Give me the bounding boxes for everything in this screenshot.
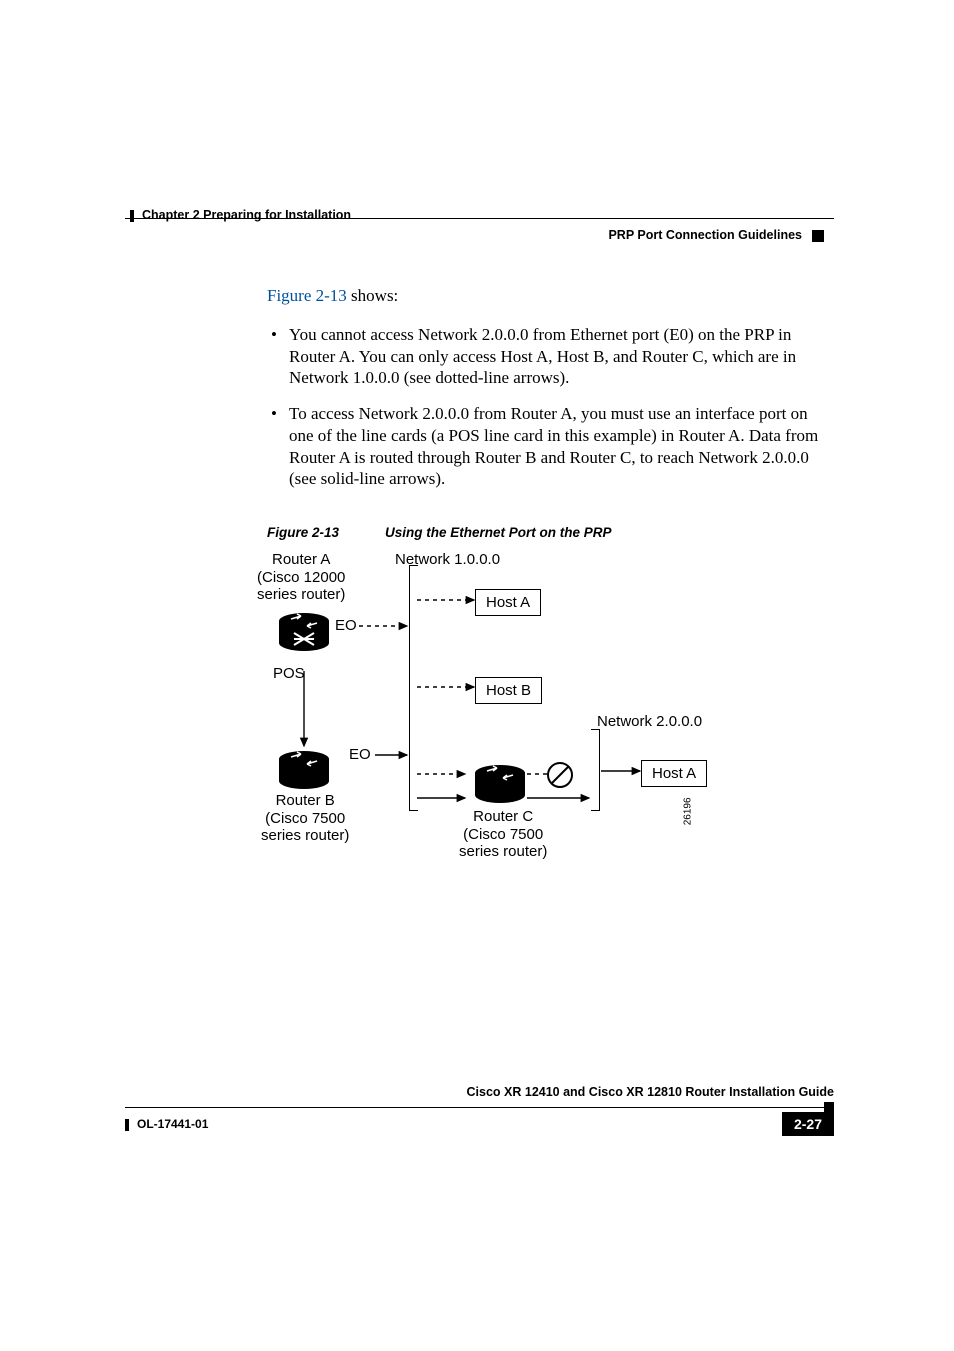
running-header-right: PRP Port Connection Guidelines — [608, 228, 824, 242]
eo-label-2: EO — [349, 746, 371, 763]
figure-caption: Figure 2-13 Using the Ethernet Port on th… — [267, 524, 834, 541]
bullet-list: You cannot access Network 2.0.0.0 from E… — [267, 324, 834, 490]
host-a2-box: Host A — [641, 760, 707, 787]
network1-bracket — [409, 565, 418, 811]
page-number: 2-27 — [782, 1112, 834, 1136]
host-b-box: Host B — [475, 677, 542, 704]
page-footer: Cisco XR 12410 and Cisco XR 12810 Router… — [125, 1107, 834, 1136]
bullet-text: You cannot access Network 2.0.0.0 from E… — [289, 325, 796, 388]
host-a-box: Host A — [475, 589, 541, 616]
running-header-left: Chapter 2 Preparing for Installation — [130, 208, 834, 222]
network-2-label: Network 2.0.0.0 — [597, 713, 702, 730]
footer-rule — [125, 1107, 834, 1108]
figure-number: Figure 2-13 — [267, 525, 339, 540]
router-c-label: Router C (Cisco 7500 series router) — [459, 808, 547, 860]
figure-title-text: Using the Ethernet Port on the PRP — [385, 525, 612, 540]
section-title: PRP Port Connection Guidelines — [608, 228, 802, 242]
network2-bracket — [591, 729, 600, 811]
figure-id: 26196 — [683, 798, 696, 826]
figure-diagram: Router A (Cisco 12000 series router) Net… — [257, 551, 747, 871]
router-b-label: Router B (Cisco 7500 series router) — [261, 792, 349, 844]
chapter-title: Chapter 2 Preparing for Installation — [142, 208, 351, 222]
bullet-item: To access Network 2.0.0.0 from Router A,… — [267, 403, 834, 490]
bullet-item: You cannot access Network 2.0.0.0 from E… — [267, 324, 834, 389]
figure-crossref-link[interactable]: Figure 2-13 — [267, 286, 347, 305]
pos-label: POS — [273, 665, 305, 682]
eo-label-1: EO — [335, 617, 357, 634]
footer-guide-title: Cisco XR 12410 and Cisco XR 12810 Router… — [467, 1085, 834, 1099]
body-content: Figure 2-13 shows: You cannot access Net… — [267, 285, 834, 871]
footer-doc-number: OL-17441-01 — [125, 1117, 208, 1131]
intro-para: Figure 2-13 shows: — [267, 285, 834, 307]
router-a-label: Router A (Cisco 12000 series router) — [257, 551, 345, 603]
intro-rest: shows: — [347, 286, 398, 305]
bullet-text: To access Network 2.0.0.0 from Router A,… — [289, 404, 818, 488]
header-rule — [125, 218, 834, 219]
